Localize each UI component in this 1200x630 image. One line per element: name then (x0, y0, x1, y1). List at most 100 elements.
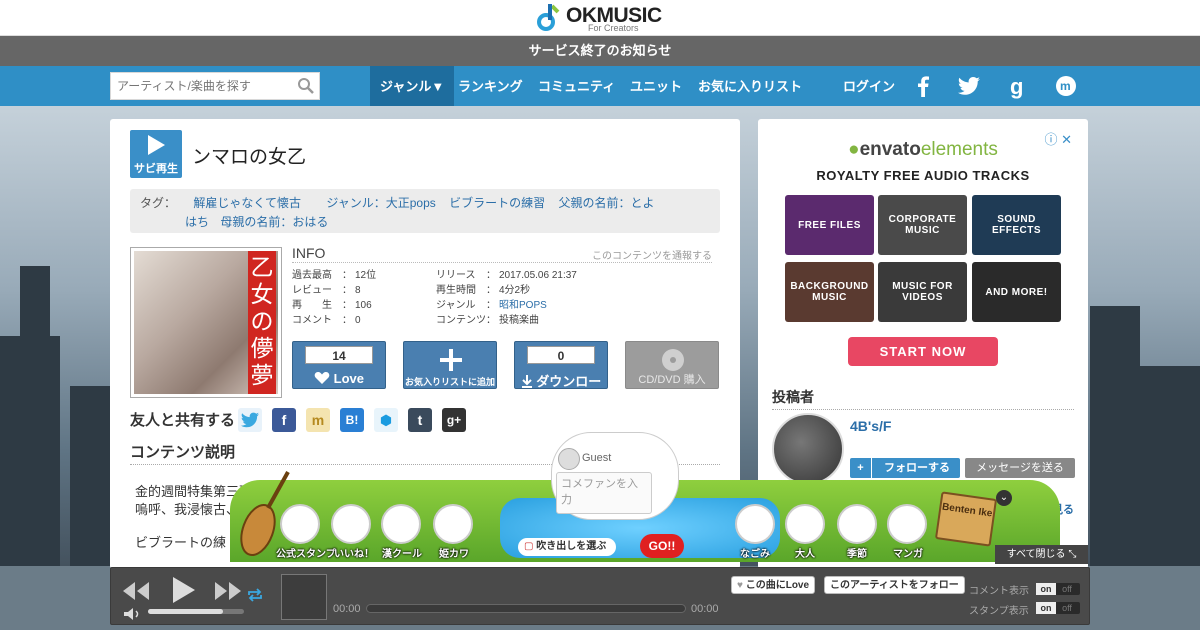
follow-artist-button[interactable]: このアーティストをフォロー (824, 576, 965, 594)
play-icon[interactable] (171, 575, 197, 605)
info-row: 再生時間： 4分2秒 (436, 281, 530, 296)
stamp-toggle[interactable]: on off (1036, 602, 1080, 614)
previous-icon[interactable] (121, 580, 151, 602)
share-googleplus-icon[interactable]: g+ (442, 408, 466, 432)
plus-icon (440, 349, 462, 371)
next-icon[interactable] (213, 580, 243, 602)
info-key: コンテンツ (436, 315, 486, 326)
info-section: INFO このコンテンツを通報する (292, 245, 712, 263)
share-twitter-icon[interactable] (238, 408, 262, 432)
ad-tile[interactable]: FREE FILES (785, 195, 874, 255)
info-row: 再 生： 106 (292, 296, 372, 311)
info-row: レビュー： 8 (292, 281, 361, 296)
info-row: リリース： 2017.05.06 21:37 (436, 266, 577, 281)
preview-play-button[interactable]: サビ再生 (130, 130, 182, 178)
download-button[interactable]: 0 ダウンロード (514, 341, 608, 408)
okmusic-icon[interactable]: m (1055, 75, 1077, 97)
tag-list: タグ： 解雇じゃなくて懐古 ジャンル：大正pops ビブラートの練習 父親の名前… (130, 189, 720, 233)
facebook-icon[interactable] (914, 75, 932, 97)
info-row: コンテンツ： 投稿楽曲 (436, 311, 539, 326)
season-stamp-icon[interactable] (837, 504, 877, 544)
time-elapsed: 00:00 (333, 603, 361, 615)
ad-tile[interactable]: CORPORATE MUSIC (878, 195, 967, 255)
genre-link[interactable]: 昭和POPS (499, 300, 547, 311)
nav-ranking[interactable]: ランキング (458, 66, 523, 106)
info-row: コメント： 0 (292, 311, 361, 326)
description-line: ビブラートの練 (135, 535, 227, 550)
info-row: ジャンル：昭和POPS (436, 296, 547, 311)
ad-tile[interactable]: MUSIC FOR VIDEOS (878, 262, 967, 322)
info-value: 4分2秒 (499, 285, 531, 296)
ad-start-button[interactable]: START NOW (848, 337, 998, 366)
tag-link[interactable]: ジャンル：大正pops (326, 196, 435, 210)
relax-stamp-icon[interactable] (735, 504, 775, 544)
jacket-image: 乙女の儚夢 (134, 251, 278, 394)
cd-dvd-button[interactable]: CD/DVD 購入 (625, 341, 719, 389)
love-song-button[interactable]: ♥ この曲にLove (731, 576, 816, 594)
seek-bar[interactable] (366, 604, 686, 613)
volume-slider[interactable] (148, 609, 244, 614)
track-thumbnail (281, 574, 327, 620)
share-tumblr-icon[interactable]: t (408, 408, 432, 432)
stamp-label: 漢クール (382, 549, 422, 560)
service-end-notice[interactable]: サービス終了のお知らせ (0, 36, 1200, 66)
tag-link[interactable]: ビブラートの練習 (449, 196, 545, 210)
cute-stamp-icon[interactable] (433, 504, 473, 544)
twitter-icon[interactable] (957, 75, 981, 97)
add-favorite-button[interactable]: お気入りリストに追加 (403, 341, 497, 389)
comment-input[interactable]: コメファンを入力 (556, 472, 652, 514)
share-hatena-icon[interactable]: B! (340, 408, 364, 432)
login-link[interactable]: ログイン (843, 66, 895, 106)
okmusic-logo[interactable]: OKMUSIC For Creators (536, 2, 666, 34)
bubble-select[interactable]: ▢ 吹き出しを選ぶ (518, 538, 616, 556)
tag-link[interactable]: 父親の名前：とよ (559, 196, 655, 210)
ad-brand: ●envatoelements (848, 139, 998, 160)
search-icon[interactable] (297, 77, 315, 95)
nav-unit[interactable]: ユニット (630, 66, 682, 106)
envato-ad[interactable]: ⓘ ✕ ●envatoelements ROYALTY FREE AUDIO T… (768, 125, 1078, 380)
info-key: レビュー (292, 285, 332, 296)
svg-text:m: m (1060, 79, 1071, 93)
adult-stamp-icon[interactable] (785, 504, 825, 544)
jacket-title-band: 乙女の儚夢 (248, 251, 276, 394)
repeat-icon[interactable] (247, 588, 263, 602)
share-facebook-icon[interactable]: f (272, 408, 296, 432)
info-key: コメント (292, 315, 332, 326)
nav-favorites[interactable]: お気に入りリスト (698, 66, 802, 106)
report-link[interactable]: このコンテンツを通報する (592, 247, 712, 262)
stamp-toggle-label: スタンプ表示 (969, 606, 1029, 617)
ad-tile[interactable]: AND MORE! (972, 262, 1061, 322)
manga-stamp-icon[interactable] (887, 504, 927, 544)
play-icon (148, 135, 165, 155)
cool-stamp-icon[interactable] (381, 504, 421, 544)
nav-genre[interactable]: ジャンル▼ (370, 66, 455, 106)
like-stamp-icon[interactable] (331, 504, 371, 544)
preview-label: サビ再生 (134, 163, 178, 175)
tag-link[interactable]: はち (185, 215, 209, 229)
go-button[interactable]: GO!! (640, 534, 684, 558)
comment-toggle[interactable]: on off (1036, 583, 1080, 595)
search-input[interactable] (111, 73, 295, 99)
info-value: 投稿楽曲 (499, 315, 539, 326)
stamp-label: いいね！ (334, 549, 374, 560)
ad-tile[interactable]: SOUND EFFECTS (972, 195, 1061, 255)
main-nav: ジャンル▼ ランキング コミュニティ ユニット お気に入りリスト ログイン g … (0, 66, 1200, 106)
tag-link[interactable]: 解雇じゃなくて懐古 (193, 196, 301, 210)
guest-name: Guest (582, 452, 612, 464)
nav-community[interactable]: コミュニティ (538, 66, 615, 106)
love-button[interactable]: 14 Love (292, 341, 386, 389)
poster-name[interactable]: 4B's/F (850, 418, 891, 434)
download-icon (521, 375, 532, 388)
volume-icon[interactable] (123, 607, 141, 621)
tag-link[interactable]: 母親の名前：おはる (220, 215, 328, 229)
close-all-button[interactable]: すべて閉じる ⤡ (995, 545, 1088, 564)
google-icon[interactable]: g (1008, 75, 1028, 99)
info-key: 再 生 (292, 300, 332, 311)
download-count: 0 (527, 346, 595, 364)
share-mixi-icon[interactable]: m (306, 408, 330, 432)
share-cube-icon[interactable]: ⬢ (374, 408, 398, 432)
info-key: 過去最高 (292, 270, 332, 281)
building (1140, 366, 1200, 566)
ad-tile[interactable]: BACKGROUND MUSIC (785, 262, 874, 322)
collapse-icon[interactable]: ⌄ (996, 490, 1012, 506)
